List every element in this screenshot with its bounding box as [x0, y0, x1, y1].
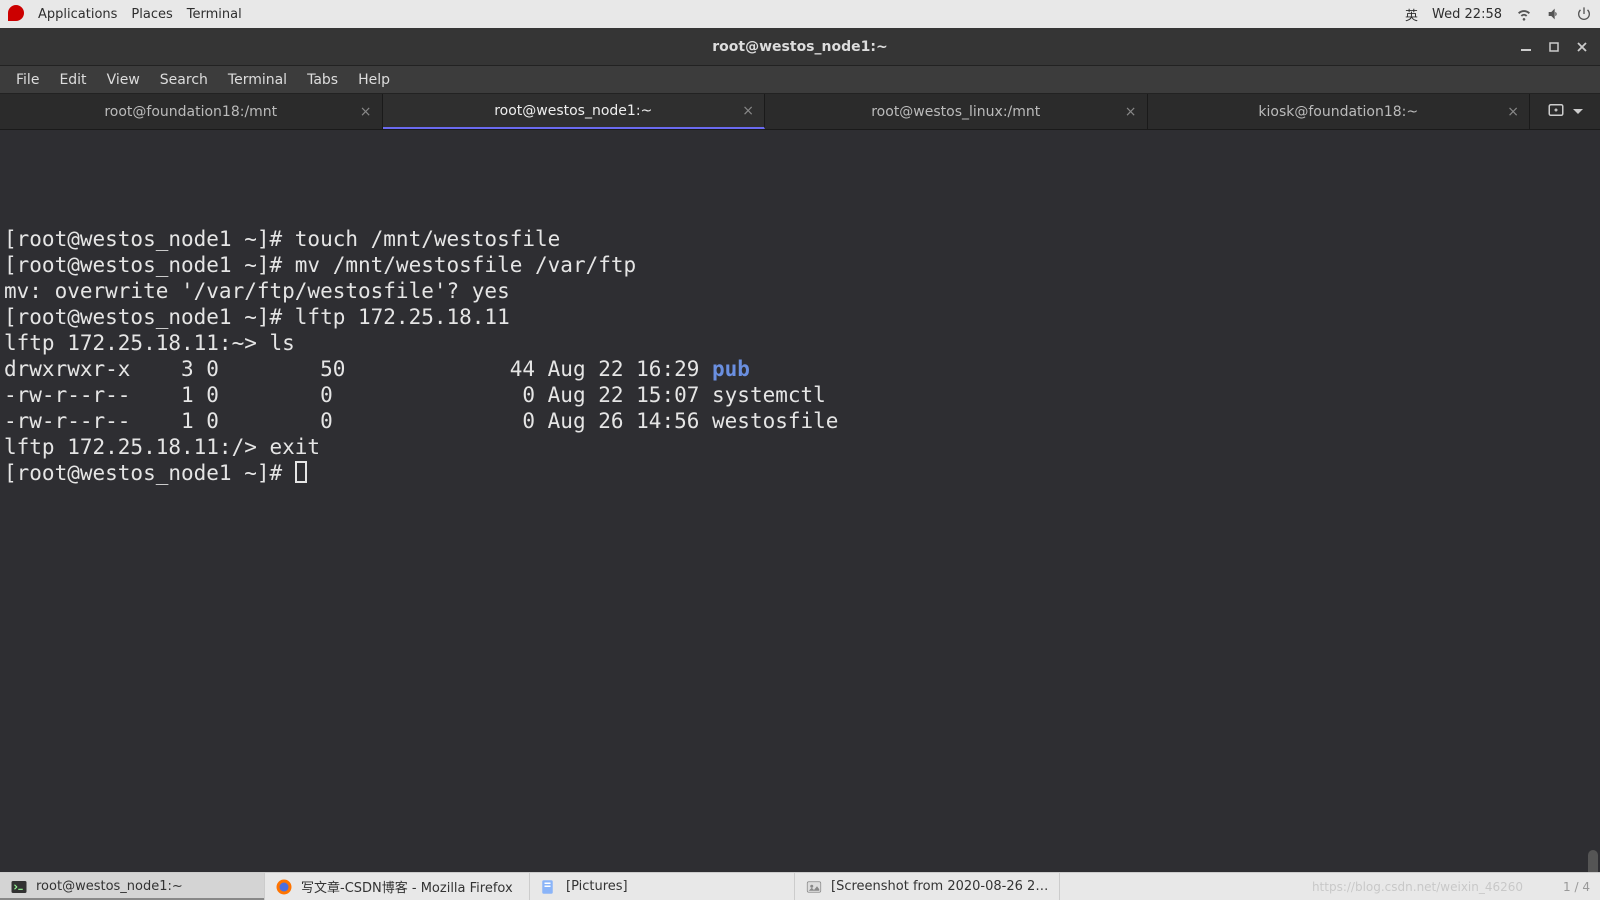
tab-close-icon[interactable]: × — [360, 104, 372, 120]
window-title-bar: root@westos_node1:~ — [0, 28, 1600, 66]
terminal-icon — [10, 878, 28, 896]
term-prompt: [root@westos_node1 ~]# — [4, 461, 295, 485]
term-line: [root@westos_node1 ~]# touch /mnt/westos… — [4, 227, 560, 251]
applications-menu[interactable]: Applications — [38, 7, 117, 22]
terminal-cursor — [295, 461, 307, 483]
tab-menu-chevron-icon[interactable] — [1573, 109, 1583, 114]
task-label: [Screenshot from 2020-08-26 21-… — [831, 879, 1049, 894]
tab-foundation18-mnt[interactable]: root@foundation18:/mnt × — [0, 94, 383, 129]
tab-westos-linux-mnt[interactable]: root@westos_linux:/mnt × — [765, 94, 1148, 129]
tab-westos-node1[interactable]: root@westos_node1:~ × — [383, 94, 766, 129]
task-firefox[interactable]: 写文章-CSDN博客 - Mozilla Firefox — [265, 873, 530, 900]
gnome-top-panel: Applications Places Terminal 英 Wed 22:58 — [0, 0, 1600, 28]
places-menu[interactable]: Places — [131, 7, 172, 22]
term-line: lftp 172.25.18.11:/> exit — [4, 435, 320, 459]
menu-edit[interactable]: Edit — [49, 68, 96, 92]
wifi-icon[interactable] — [1516, 6, 1532, 22]
scrollbar-thumb[interactable] — [1588, 850, 1598, 872]
watermark-url: https://blog.csdn.net/weixin_46260 — [1312, 880, 1523, 894]
terminal-content[interactable]: [root@westos_node1 ~]# touch /mnt/westos… — [0, 130, 1600, 872]
task-pictures[interactable]: [Pictures] — [530, 873, 795, 900]
gnome-taskbar: root@westos_node1:~ 写文章-CSDN博客 - Mozilla… — [0, 872, 1600, 900]
menu-help[interactable]: Help — [348, 68, 400, 92]
terminal-tab-bar: root@foundation18:/mnt × root@westos_nod… — [0, 94, 1600, 130]
tab-label: root@foundation18:/mnt — [104, 104, 277, 120]
term-line: drwxrwxr-x 3 0 50 44 Aug 22 16:29 — [4, 357, 712, 381]
term-line: mv: overwrite '/var/ftp/westosfile'? yes — [4, 279, 510, 303]
ime-indicator[interactable]: 英 — [1405, 5, 1418, 24]
terminal-scrollbar[interactable] — [1586, 130, 1598, 872]
clock[interactable]: Wed 22:58 — [1432, 7, 1502, 22]
menu-file[interactable]: File — [6, 68, 49, 92]
tab-actions — [1530, 94, 1600, 129]
power-icon[interactable] — [1576, 6, 1592, 22]
tab-label: kiosk@foundation18:~ — [1258, 104, 1418, 120]
window-title: root@westos_node1:~ — [712, 39, 887, 55]
menu-search[interactable]: Search — [150, 68, 218, 92]
redhat-logo-icon — [8, 5, 24, 21]
files-icon — [540, 878, 558, 896]
firefox-icon — [275, 878, 293, 896]
tab-close-icon[interactable]: × — [1125, 104, 1137, 120]
term-dir-pub: pub — [712, 357, 750, 381]
page-indicator: 1 / 4 — [1563, 880, 1590, 894]
volume-icon[interactable] — [1546, 6, 1562, 22]
menu-terminal[interactable]: Terminal — [218, 68, 297, 92]
menu-tabs[interactable]: Tabs — [297, 68, 348, 92]
tab-close-icon[interactable]: × — [742, 103, 754, 119]
minimize-button[interactable] — [1514, 35, 1538, 59]
term-line: [root@westos_node1 ~]# lftp 172.25.18.11 — [4, 305, 510, 329]
menu-view[interactable]: View — [97, 68, 150, 92]
close-button[interactable] — [1570, 35, 1594, 59]
image-viewer-icon — [805, 878, 823, 896]
term-line: -rw-r--r-- 1 0 0 0 Aug 26 14:56 westosfi… — [4, 409, 838, 433]
term-line: [root@westos_node1 ~]# mv /mnt/westosfil… — [4, 253, 636, 277]
term-line: -rw-r--r-- 1 0 0 0 Aug 22 15:07 systemct… — [4, 383, 826, 407]
task-label: 写文章-CSDN博客 - Mozilla Firefox — [301, 877, 513, 896]
term-line: lftp 172.25.18.11:~> ls — [4, 331, 295, 355]
terminal-menu[interactable]: Terminal — [187, 7, 242, 22]
tab-label: root@westos_linux:/mnt — [871, 104, 1040, 120]
task-terminal[interactable]: root@westos_node1:~ — [0, 873, 265, 900]
terminal-menu-bar: File Edit View Search Terminal Tabs Help — [0, 66, 1600, 94]
maximize-button[interactable] — [1542, 35, 1566, 59]
task-screenshot[interactable]: [Screenshot from 2020-08-26 21-… — [795, 873, 1060, 900]
tab-kiosk-foundation18[interactable]: kiosk@foundation18:~ × — [1148, 94, 1531, 129]
tab-close-icon[interactable]: × — [1507, 104, 1519, 120]
task-label: [Pictures] — [566, 879, 628, 894]
task-label: root@westos_node1:~ — [36, 879, 183, 894]
tab-label: root@westos_node1:~ — [494, 103, 652, 119]
taskbar-filler: https://blog.csdn.net/weixin_46260 1 / 4 — [1060, 873, 1600, 900]
new-tab-icon[interactable] — [1547, 101, 1565, 123]
